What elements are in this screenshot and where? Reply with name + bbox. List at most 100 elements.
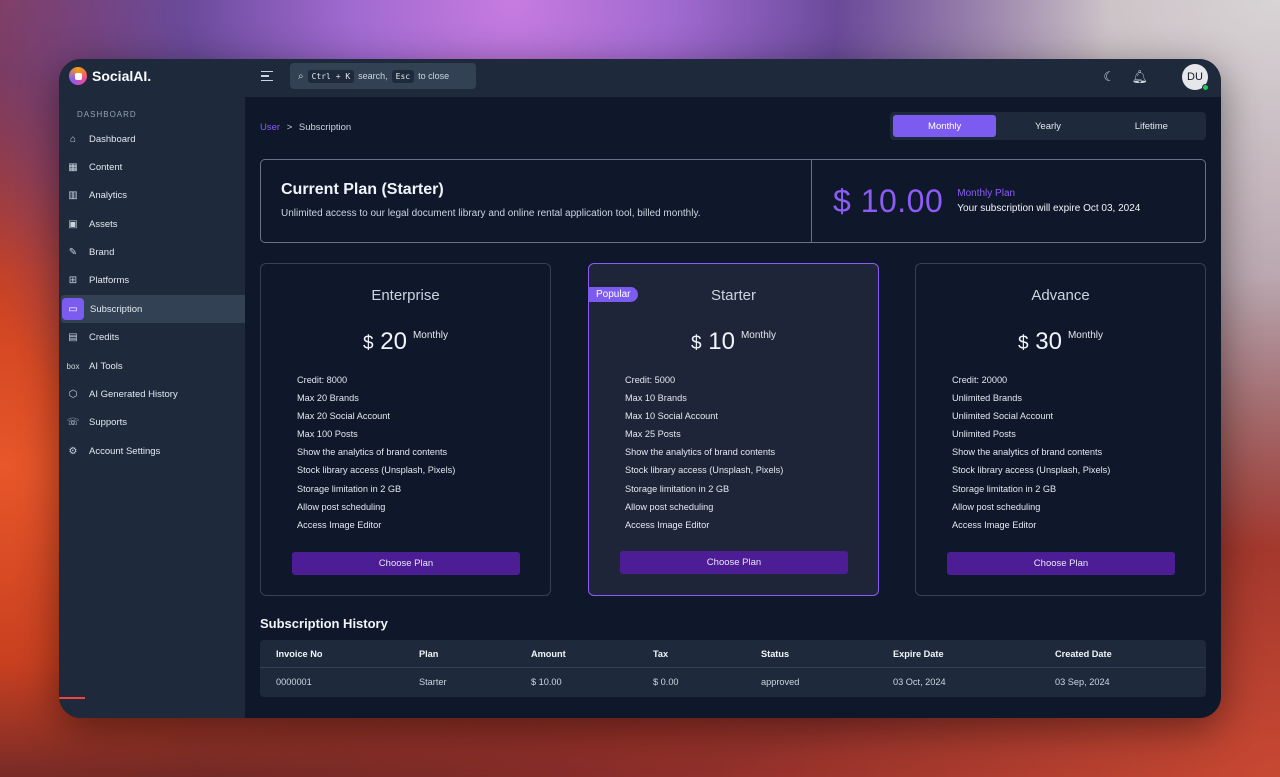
bar-chart-icon: ▥ bbox=[68, 190, 78, 202]
plan-feature: Access Image Editor bbox=[952, 519, 1037, 530]
column-header: Status bbox=[761, 649, 790, 659]
plan-feature: Max 20 Social Account bbox=[297, 411, 390, 422]
choose-plan-button[interactable]: Choose Plan bbox=[292, 552, 520, 575]
period-option-yearly[interactable]: Yearly bbox=[996, 115, 1099, 137]
plan-feature: Stock library access (Unsplash, Pixels) bbox=[625, 465, 784, 476]
plan-feature: Stock library access (Unsplash, Pixels) bbox=[297, 465, 456, 476]
menu-toggle-icon[interactable] bbox=[261, 71, 273, 84]
sidebar-item-label: AI Generated History bbox=[89, 389, 178, 401]
online-status-dot bbox=[1202, 84, 1209, 91]
box-icon: box bbox=[66, 361, 80, 371]
table-cell: 03 Oct, 2024 bbox=[893, 677, 946, 687]
column-header: Tax bbox=[653, 649, 669, 659]
plan-currency: $ bbox=[363, 333, 374, 354]
column-header: Created Date bbox=[1055, 649, 1112, 659]
table-cell: approved bbox=[761, 677, 800, 687]
plan-period: Monthly bbox=[1067, 330, 1103, 341]
sidebar-item-credits[interactable]: ▤ Credits bbox=[61, 324, 245, 352]
app-logo[interactable]: SocialAI. bbox=[69, 67, 151, 85]
sidebar-item-label: Brand bbox=[89, 247, 115, 259]
sidebar-item-label: Supports bbox=[89, 417, 128, 429]
plan-price: $ 20 Monthly bbox=[261, 328, 550, 356]
apps-icon: ⊞ bbox=[68, 275, 78, 287]
plan-feature: Max 10 Brands bbox=[625, 393, 687, 404]
search-input[interactable]: ⌕ Ctrl + K search, Esc to close bbox=[290, 63, 476, 89]
sidebar-item-platforms[interactable]: ⊞ Platforms bbox=[61, 267, 245, 295]
breadcrumb-current: Subscription bbox=[298, 122, 352, 133]
plan-feature: Unlimited Posts bbox=[952, 429, 1016, 440]
breadcrumb: User > Subscription bbox=[260, 122, 351, 133]
plan-amount: 20 bbox=[380, 328, 407, 355]
current-plan-expiry: Your subscription will expire Oct 03, 20… bbox=[957, 203, 1141, 214]
plan-features: Credit: 20000 Unlimited Brands Unlimited S… bbox=[952, 374, 1110, 537]
table-row[interactable]: 0000001 Starter $ 10.00 $ 0.00 approved 03 Oc… bbox=[260, 668, 1206, 696]
search-icon: ⌕ bbox=[298, 70, 304, 82]
plan-card-starter: Popular Starter $ 10 Monthly Credit: 5000… bbox=[588, 263, 879, 596]
breadcrumb-user-link[interactable]: User bbox=[260, 122, 280, 133]
sidebar-item-ai-tools[interactable]: box AI Tools bbox=[61, 352, 245, 380]
bell-icon[interactable]: 🔔︎ bbox=[1131, 69, 1148, 85]
plan-feature: Show the analytics of brand contents bbox=[625, 447, 776, 458]
table-cell: Starter bbox=[419, 677, 447, 687]
column-header: Invoice No bbox=[276, 649, 323, 659]
search-suffix: to close bbox=[418, 71, 450, 81]
column-header: Plan bbox=[419, 649, 439, 659]
sidebar-item-content[interactable]: ▦ Content bbox=[61, 153, 245, 181]
table-cell: $ 10.00 bbox=[531, 677, 562, 687]
app-window: SocialAI. DASHBOARD ⌂ Dashboard ▦ Content ▥ A… bbox=[59, 59, 1221, 718]
table-cell: $ 0.00 bbox=[653, 677, 679, 687]
topbar: ⌕ Ctrl + K search, Esc to close ☾ 🔔︎ DU bbox=[245, 59, 1221, 97]
image-icon: ▣ bbox=[68, 218, 78, 230]
plan-price: $ 10 Monthly bbox=[589, 328, 878, 356]
sidebar-item-label: Analytics bbox=[89, 190, 128, 202]
grid-icon: ▦ bbox=[68, 161, 78, 173]
plan-feature: Max 100 Posts bbox=[297, 429, 358, 440]
plan-feature: Stock library access (Unsplash, Pixels) bbox=[952, 465, 1111, 476]
sidebar-item-brand[interactable]: ✎ Brand bbox=[61, 239, 245, 267]
sidebar-item-label: AI Tools bbox=[89, 360, 123, 372]
sidebar-item-ai-generated-history[interactable]: ⬡ AI Generated History bbox=[61, 381, 245, 409]
sidebar-item-subscription[interactable]: ▭ Subscription bbox=[61, 295, 245, 324]
sidebar: SocialAI. DASHBOARD ⌂ Dashboard ▦ Content ▥ A… bbox=[59, 59, 245, 718]
cube-icon: ⬡ bbox=[68, 389, 78, 401]
app-name: SocialAI. bbox=[92, 68, 152, 84]
plan-name: Starter bbox=[710, 287, 756, 304]
credit-card-icon: ▭ bbox=[62, 298, 84, 321]
home-icon: ⌂ bbox=[69, 133, 77, 145]
sidebar-item-account-settings[interactable]: ⚙ Account Settings bbox=[61, 437, 245, 465]
plan-features: Credit: 5000 Max 10 Brands Max 10 Social A… bbox=[625, 374, 783, 537]
edit-icon: ✎ bbox=[68, 247, 78, 259]
choose-plan-button[interactable]: Choose Plan bbox=[947, 552, 1175, 575]
billing-period-toggle: Monthly Yearly Lifetime bbox=[890, 112, 1206, 140]
main-content: User > Subscription Monthly Yearly Lifetim… bbox=[245, 97, 1221, 718]
period-option-lifetime[interactable]: Lifetime bbox=[1100, 115, 1203, 137]
sidebar-item-label: Dashboard bbox=[89, 133, 136, 145]
phone-icon: ☏ bbox=[66, 417, 80, 429]
plan-feature: Access Image Editor bbox=[625, 519, 710, 530]
sidebar-item-dashboard[interactable]: ⌂ Dashboard bbox=[61, 125, 245, 153]
plan-feature: Unlimited Brands bbox=[952, 393, 1022, 404]
sidebar-item-label: Platforms bbox=[89, 275, 130, 287]
period-option-monthly[interactable]: Monthly bbox=[893, 115, 997, 137]
choose-plan-button[interactable]: Choose Plan bbox=[620, 551, 848, 574]
sidebar-footer-icon[interactable] bbox=[59, 697, 85, 718]
folder-icon: ▤ bbox=[68, 332, 78, 344]
plan-name: Enterprise bbox=[371, 287, 440, 304]
plan-period: Monthly bbox=[412, 330, 448, 341]
sidebar-item-assets[interactable]: ▣ Assets bbox=[61, 210, 245, 238]
moon-icon[interactable]: ☾ bbox=[1103, 69, 1115, 85]
plans-grid: Enterprise $ 20 Monthly Credit: 8000 Max … bbox=[260, 263, 1206, 596]
sidebar-item-analytics[interactable]: ▥ Analytics bbox=[61, 182, 245, 210]
column-header: Amount bbox=[531, 649, 566, 659]
plan-feature: Credit: 8000 bbox=[297, 375, 348, 385]
sidebar-item-supports[interactable]: ☏ Supports bbox=[61, 409, 245, 437]
plan-feature: Max 25 Posts bbox=[625, 429, 681, 440]
sidebar-heading: DASHBOARD bbox=[77, 110, 137, 119]
avatar[interactable]: DU bbox=[1182, 64, 1209, 91]
sidebar-item-label: Content bbox=[89, 161, 123, 173]
sidebar-item-label: Account Settings bbox=[89, 445, 161, 457]
plan-feature: Allow post scheduling bbox=[952, 501, 1041, 512]
current-plan-type: Monthly Plan bbox=[957, 188, 1016, 199]
plan-feature: Storage limitation in 2 GB bbox=[625, 483, 730, 494]
plan-features: Credit: 8000 Max 20 Brands Max 20 Social A… bbox=[297, 374, 455, 537]
